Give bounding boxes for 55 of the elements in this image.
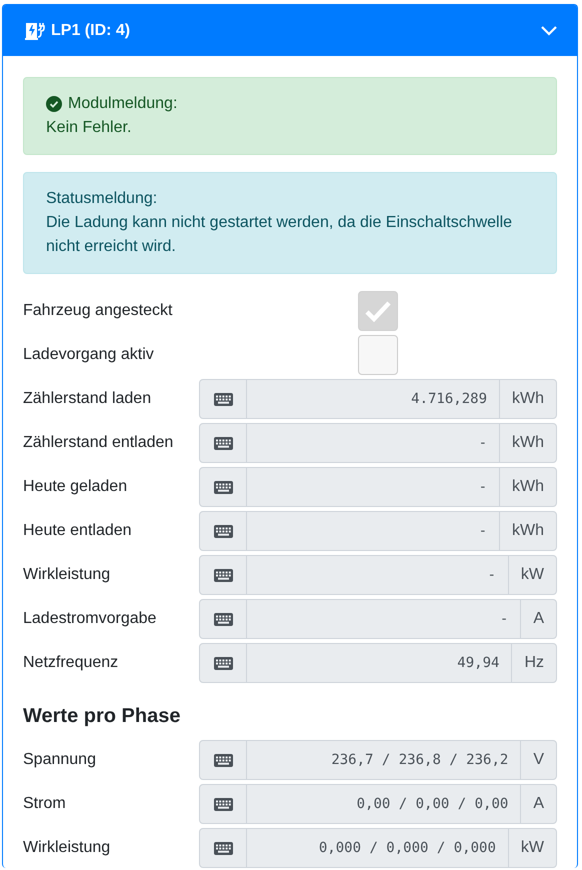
checkbox[interactable] bbox=[358, 291, 398, 331]
unit-label: kW bbox=[508, 556, 556, 594]
field-value: 49,94 bbox=[457, 655, 500, 671]
unit-label: Hz bbox=[511, 644, 556, 682]
field-value: - bbox=[500, 611, 508, 627]
field-label: Ladestromvorgabe bbox=[23, 610, 158, 628]
unit-label: A bbox=[520, 785, 556, 823]
card-title: LP1 (ID: 4) bbox=[51, 22, 132, 40]
checkbox[interactable] bbox=[358, 335, 398, 375]
keyboard-icon bbox=[214, 524, 232, 538]
field-value: - bbox=[478, 435, 487, 451]
unit-label: kWh bbox=[499, 380, 556, 418]
card-header[interactable]: LP1 (ID: 4) bbox=[3, 5, 577, 56]
field-label: Spannung bbox=[23, 751, 97, 769]
keyboard-icon bbox=[214, 436, 232, 450]
field-value: 4.716,289 bbox=[411, 391, 487, 407]
field-label: Zählerstand laden bbox=[23, 390, 152, 408]
unit-label: kWh bbox=[499, 468, 556, 506]
field-value: - bbox=[478, 479, 487, 495]
alert-title: Statusmeldung: bbox=[46, 189, 158, 209]
field-label: Wirkleistung bbox=[23, 566, 112, 584]
keyboard-icon bbox=[214, 798, 232, 810]
check-circle-icon bbox=[46, 96, 62, 112]
check-icon bbox=[365, 300, 391, 322]
alert-title: Modulmeldung: bbox=[68, 94, 178, 114]
field-value: - bbox=[478, 523, 487, 539]
field-label: Zählerstand entladen bbox=[23, 434, 174, 452]
field-label: Ladevorgang aktiv bbox=[23, 346, 155, 364]
unit-label: kW bbox=[508, 829, 556, 867]
unit-label: kWh bbox=[499, 512, 556, 550]
unit-label: A bbox=[520, 600, 556, 638]
field-value: 0,00 / 0,00 / 0,00 bbox=[356, 796, 508, 812]
keyboard-icon bbox=[214, 754, 232, 766]
chevron-down-icon[interactable] bbox=[541, 26, 557, 36]
field-value: 0,000 / 0,000 / 0,000 bbox=[318, 840, 496, 856]
alert-text: Die Ladung kann nicht gestartet werden, da die Einschaltschwelle nicht erreicht wird. bbox=[46, 213, 514, 257]
field-label: Heute entladen bbox=[23, 522, 133, 540]
alert-text: Kein Fehler. bbox=[46, 118, 132, 138]
field-label: Strom bbox=[23, 795, 67, 813]
keyboard-icon bbox=[214, 656, 232, 670]
unit-label: kWh bbox=[499, 424, 556, 462]
field-label: Netzfrequenz bbox=[23, 654, 120, 672]
field-value: 236,7 / 236,8 / 236,2 bbox=[331, 752, 508, 768]
field-label: Heute geladen bbox=[23, 478, 128, 496]
keyboard-icon bbox=[214, 612, 232, 626]
keyboard-icon bbox=[214, 480, 232, 494]
unit-label: V bbox=[520, 741, 556, 779]
keyboard-icon bbox=[214, 392, 232, 406]
field-value: - bbox=[487, 567, 496, 583]
keyboard-icon bbox=[214, 568, 232, 582]
charging-station-icon bbox=[25, 22, 45, 40]
keyboard-icon bbox=[214, 842, 232, 854]
field-label: Fahrzeug angesteckt bbox=[23, 302, 174, 320]
section-heading: Werte pro Phase bbox=[23, 705, 182, 728]
field-label: Wirkleistung bbox=[23, 839, 112, 857]
